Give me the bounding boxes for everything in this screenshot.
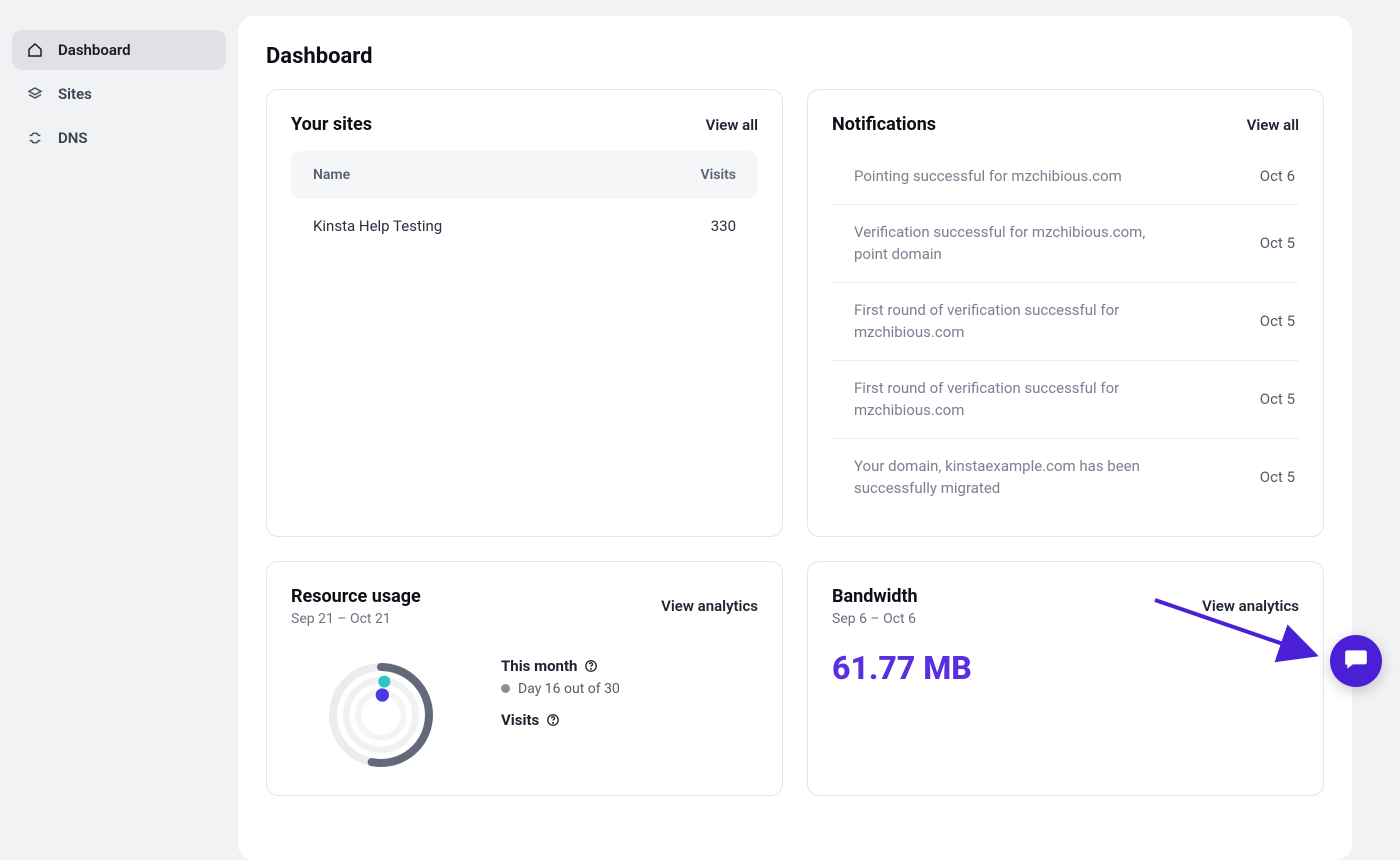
- date-range: Sep 6 – Oct 6: [832, 611, 918, 627]
- dns-icon: [26, 129, 44, 147]
- this-month-label: This month: [501, 657, 620, 675]
- visits-text: Visits: [501, 711, 539, 729]
- view-analytics-link[interactable]: View analytics: [661, 597, 758, 615]
- list-item[interactable]: Your domain, kinstaexample.com has been …: [832, 439, 1299, 516]
- layers-icon: [26, 85, 44, 103]
- help-icon[interactable]: [545, 712, 560, 727]
- notifications-list: Pointing successful for mzchibious.com O…: [832, 149, 1299, 516]
- col-visits: Visits: [701, 167, 736, 183]
- card-header: Your sites View all: [291, 114, 758, 135]
- sidebar-item-dashboard[interactable]: Dashboard: [12, 30, 226, 70]
- sidebar-item-label: Sites: [58, 85, 92, 103]
- day-progress: Day 16 out of 30: [501, 681, 620, 697]
- bandwidth-card: Bandwidth Sep 6 – Oct 6 View analytics 6…: [807, 561, 1324, 796]
- col-name: Name: [313, 167, 350, 183]
- site-name: Kinsta Help Testing: [313, 217, 442, 235]
- list-item[interactable]: First round of verification successful f…: [832, 361, 1299, 439]
- card-title: Your sites: [291, 114, 372, 135]
- visits-label: Visits: [501, 711, 620, 729]
- resource-donut-chart: [291, 655, 471, 775]
- sidebar-item-dns[interactable]: DNS: [12, 118, 226, 158]
- day-progress-text: Day 16 out of 30: [518, 681, 620, 697]
- sidebar: Dashboard Sites DNS: [0, 0, 238, 860]
- notification-date: Oct 5: [1260, 312, 1295, 330]
- notification-date: Oct 5: [1260, 390, 1295, 408]
- notification-text: First round of verification successful f…: [854, 299, 1174, 344]
- notification-date: Oct 6: [1260, 167, 1295, 185]
- resource-usage-card: Resource usage Sep 21 – Oct 21 View anal…: [266, 561, 783, 796]
- sidebar-item-label: Dashboard: [58, 41, 131, 59]
- chat-button[interactable]: [1330, 635, 1382, 687]
- notification-text: First round of verification successful f…: [854, 377, 1174, 422]
- sites-table-header: Name Visits: [291, 151, 758, 199]
- notification-text: Your domain, kinstaexample.com has been …: [854, 455, 1174, 500]
- card-title: Notifications: [832, 114, 936, 135]
- notification-date: Oct 5: [1260, 234, 1295, 252]
- sidebar-item-sites[interactable]: Sites: [12, 74, 226, 114]
- card-title: Resource usage: [291, 586, 421, 607]
- cards-row-1: Your sites View all Name Visits Kinsta H…: [266, 89, 1324, 537]
- card-header: Bandwidth Sep 6 – Oct 6 View analytics: [832, 586, 1299, 627]
- card-title: Bandwidth: [832, 586, 918, 607]
- notification-date: Oct 5: [1260, 468, 1295, 486]
- legend-dot-icon: [501, 684, 510, 693]
- help-icon[interactable]: [583, 658, 598, 673]
- notification-text: Verification successful for mzchibious.c…: [854, 221, 1174, 266]
- view-all-link[interactable]: View all: [706, 116, 758, 134]
- site-visits: 330: [711, 217, 736, 235]
- list-item[interactable]: Verification successful for mzchibious.c…: [832, 205, 1299, 283]
- date-range: Sep 21 – Oct 21: [291, 611, 421, 627]
- list-item[interactable]: Pointing successful for mzchibious.com O…: [832, 149, 1299, 205]
- notification-text: Pointing successful for mzchibious.com: [854, 165, 1122, 188]
- main-panel: Dashboard Your sites View all Name Visit…: [238, 16, 1352, 860]
- sidebar-item-label: DNS: [58, 129, 88, 147]
- metrics-column: This month Day 16 out of: [501, 655, 620, 735]
- table-row[interactable]: Kinsta Help Testing 330: [291, 199, 758, 253]
- cards-row-2: Resource usage Sep 21 – Oct 21 View anal…: [266, 561, 1324, 796]
- bandwidth-value: 61.77 MB: [832, 649, 1299, 687]
- chat-icon: [1343, 646, 1369, 676]
- this-month-text: This month: [501, 657, 577, 675]
- page-title: Dashboard: [266, 44, 1324, 69]
- list-item[interactable]: First round of verification successful f…: [832, 283, 1299, 361]
- your-sites-card: Your sites View all Name Visits Kinsta H…: [266, 89, 783, 537]
- home-icon: [26, 41, 44, 59]
- resource-body: This month Day 16 out of: [291, 655, 758, 775]
- view-analytics-link[interactable]: View analytics: [1202, 597, 1299, 615]
- card-header: Notifications View all: [832, 114, 1299, 135]
- card-header: Resource usage Sep 21 – Oct 21 View anal…: [291, 586, 758, 627]
- notifications-card: Notifications View all Pointing successf…: [807, 89, 1324, 537]
- view-all-link[interactable]: View all: [1247, 116, 1299, 134]
